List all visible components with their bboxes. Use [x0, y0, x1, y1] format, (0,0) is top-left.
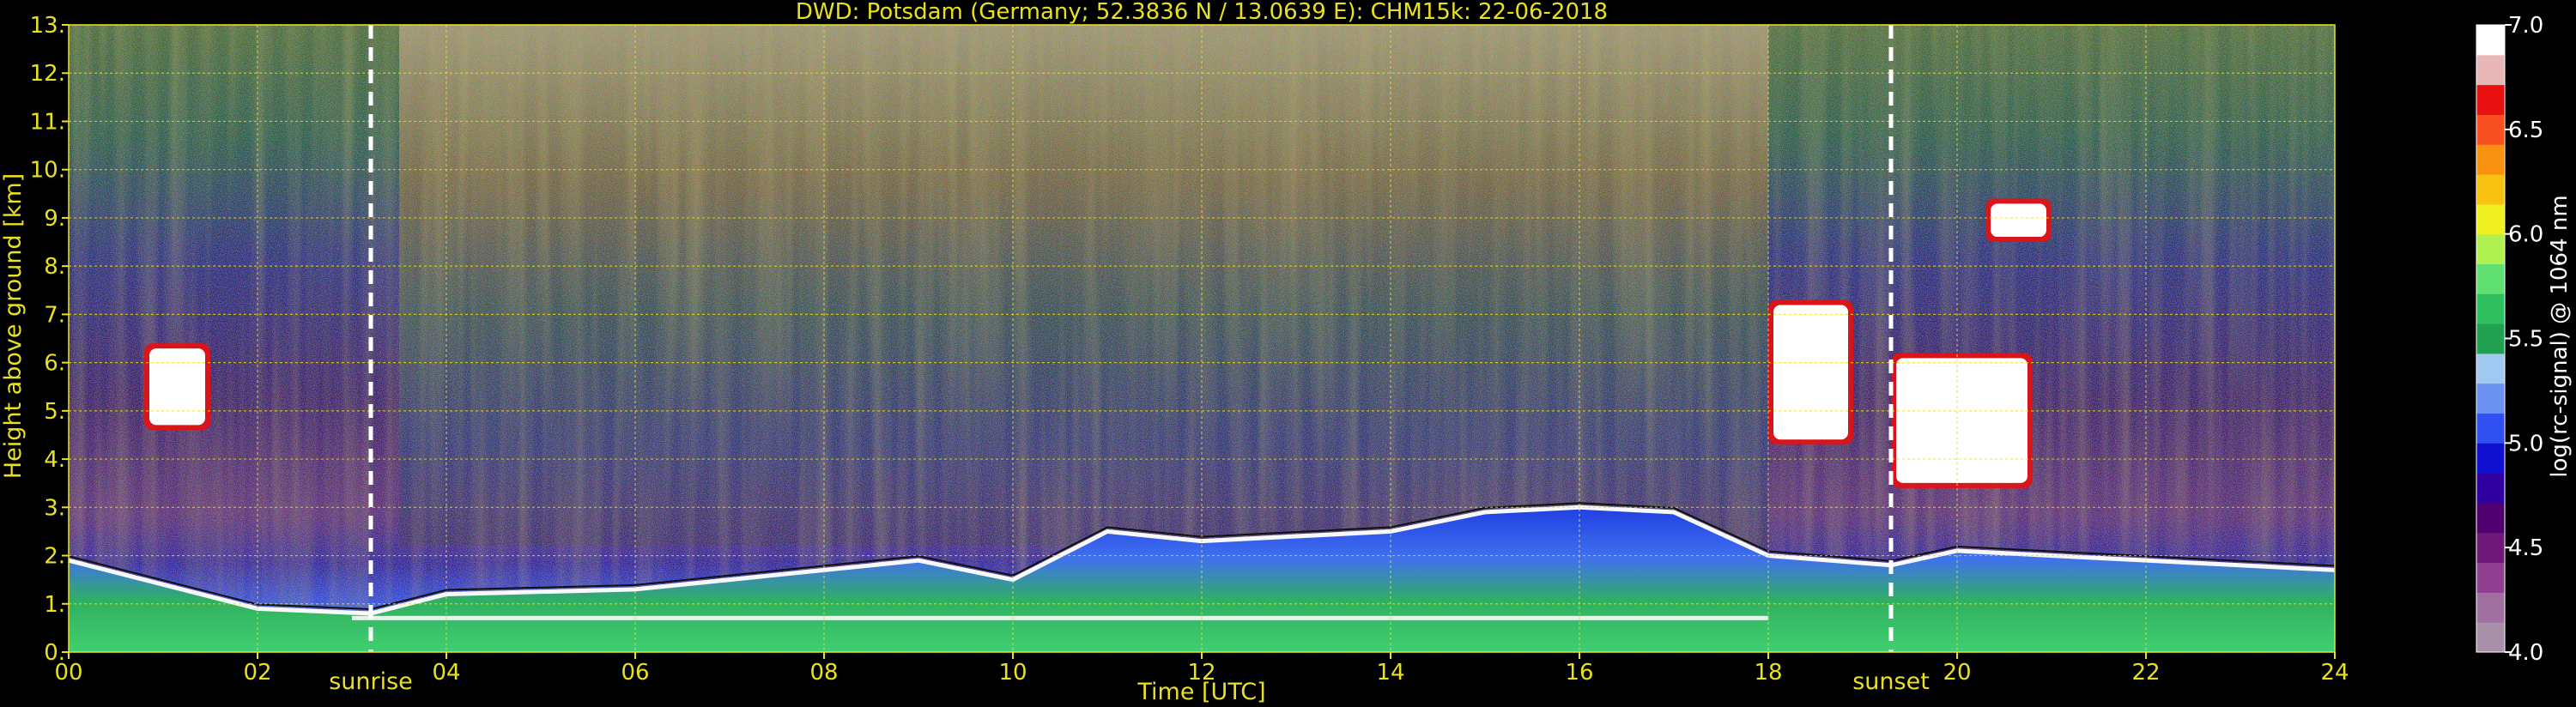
x-tick-label: 20	[1943, 660, 1971, 686]
colorbar-segment	[2476, 293, 2505, 324]
colorbar-segment	[2476, 532, 2505, 564]
colorbar-segment	[2476, 502, 2505, 534]
colorbar-tick-label: 5.0	[2508, 431, 2543, 456]
y-tick-label: 4.	[44, 447, 65, 473]
y-tick-label: 5.	[44, 399, 65, 425]
colorbar-tick-label: 4.0	[2508, 640, 2543, 666]
cloud-layer-2	[149, 348, 205, 426]
colorbar-tick-label: 6.5	[2508, 118, 2543, 143]
y-tick-label: 7.	[44, 302, 65, 328]
colorbar-segment	[2476, 84, 2505, 115]
colorbar-segment	[2476, 473, 2505, 504]
colorbar-tick-label: 5.5	[2508, 327, 2543, 353]
y-tick-label: 12.	[30, 61, 65, 87]
cloud-layer-1	[1896, 358, 2027, 483]
x-tick-label: 24	[2320, 660, 2349, 686]
colorbar-segment	[2476, 263, 2505, 294]
y-tick-label: 10.	[30, 158, 65, 184]
x-tick-label: 18	[1754, 660, 1782, 686]
colorbar-segment	[2476, 174, 2505, 205]
x-tick-label: 02	[243, 660, 271, 686]
chart-title: DWD: Potsdam (Germany; 52.3836 N / 13.06…	[796, 0, 1608, 25]
y-tick-label: 2.	[44, 544, 65, 570]
colorbar-label: log(rc-signal) @ 1064 nm	[2547, 195, 2573, 477]
x-tick-label: 08	[809, 660, 838, 686]
y-tick-label: 11.	[30, 109, 65, 135]
x-axis-label: Time [UTC]	[1136, 679, 1265, 705]
colorbar-tick-label: 4.5	[2508, 535, 2543, 561]
annotation-label-sunset: sunset	[1852, 668, 1930, 695]
cloud-layer-0	[1773, 305, 1848, 440]
colorbar-segment	[2476, 443, 2505, 474]
colorbar-tick-label: 6.0	[2508, 222, 2543, 248]
ceilometer-figure: sunrise sunset 00 02 04 06 08 10 12 14 16 18 20 22 24…	[0, 0, 2573, 705]
colorbar: 4.0 4.5 5.0 5.5 6.0 6.5 7.0	[2476, 13, 2543, 666]
colorbar-segment	[2476, 25, 2505, 56]
colorbar-segment	[2476, 413, 2505, 444]
x-tick-label: 06	[621, 660, 649, 686]
y-tick-label: 6.	[44, 351, 65, 377]
x-tick-label: 14	[1376, 660, 1404, 686]
surface-layer	[352, 615, 1768, 620]
colorbar-tick-label: 7.0	[2508, 13, 2543, 39]
colorbar-segment	[2476, 592, 2505, 623]
y-tick-label: 8.	[44, 254, 65, 280]
y-tick-label: 3.	[44, 495, 65, 521]
colorbar-segment	[2476, 54, 2505, 86]
y-tick-label: 1.	[44, 592, 65, 618]
colorbar-segment	[2476, 383, 2505, 414]
colorbar-segment	[2476, 622, 2505, 653]
x-tick-label: 04	[432, 660, 460, 686]
y-tick-label: 9.	[44, 206, 65, 232]
x-tick-label: 16	[1565, 660, 1593, 686]
y-tick-label: 0.	[44, 640, 65, 666]
y-axis-label: Height above ground [km]	[0, 173, 27, 479]
cloud-layer-3	[1991, 203, 2046, 238]
colorbar-segment	[2476, 233, 2505, 264]
x-tick-label: 22	[2131, 660, 2160, 686]
colorbar-segment	[2476, 203, 2505, 235]
y-tick-label: 13.	[30, 13, 65, 39]
colorbar-segment	[2476, 144, 2505, 175]
colorbar-segment	[2476, 114, 2505, 145]
annotation-label-sunrise: sunrise	[329, 668, 413, 695]
colorbar-segment	[2476, 353, 2505, 384]
x-tick-label: 10	[998, 660, 1027, 686]
colorbar-segment	[2476, 562, 2505, 593]
colorbar-segment	[2476, 323, 2505, 354]
